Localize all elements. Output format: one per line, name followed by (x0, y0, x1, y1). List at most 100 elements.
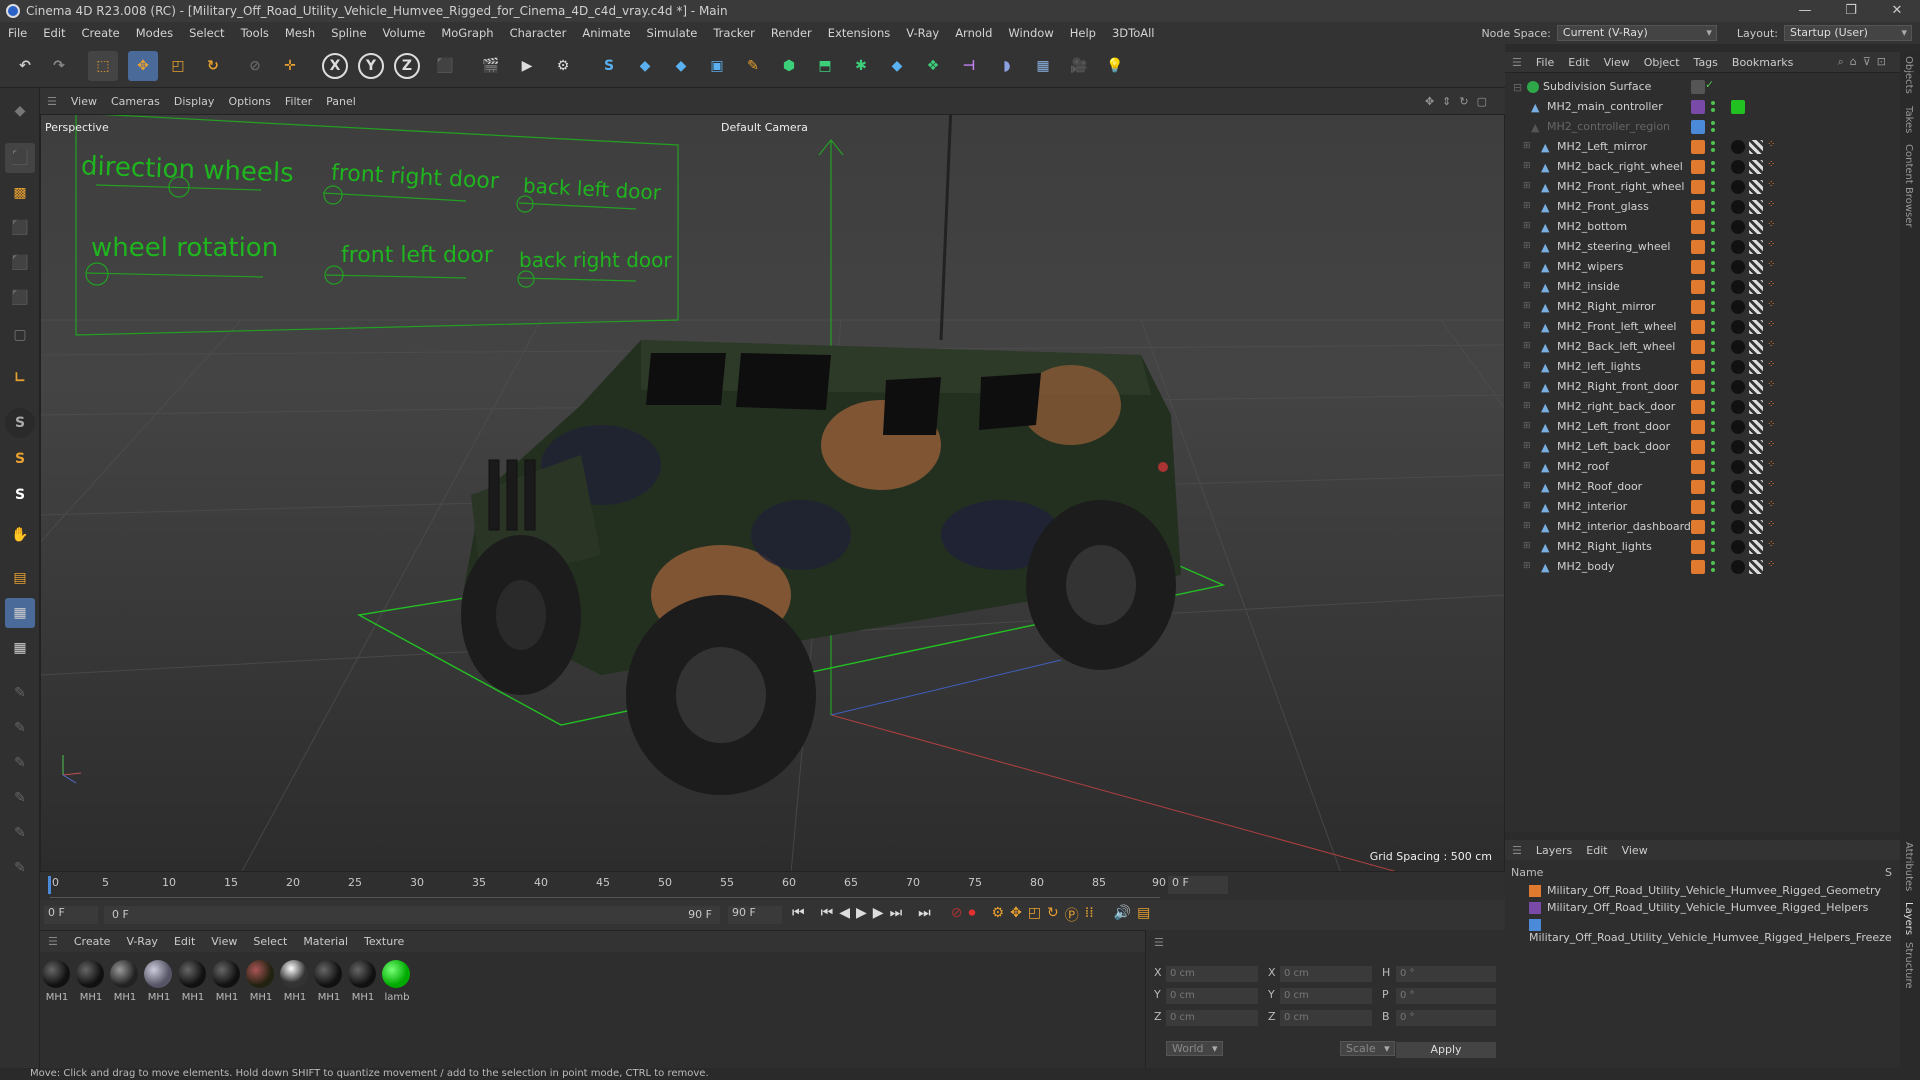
layer-color-tag[interactable] (1691, 160, 1705, 174)
visibility-dot[interactable] (1711, 381, 1715, 385)
object-row[interactable]: ⊞ ▲ MH2_bottom ⁘ (1505, 217, 1900, 237)
menu-extensions[interactable]: Extensions (820, 22, 898, 44)
material-tag-icon[interactable] (1731, 460, 1745, 474)
start-frame-field[interactable]: 0 F (44, 906, 98, 924)
model-mode-icon[interactable]: ⬛ (5, 143, 35, 173)
object-row[interactable]: ⊞ ▲ MH2_steering_wheel ⁘ (1505, 237, 1900, 257)
object-row[interactable]: ⊞ ▲ MH2_Left_mirror ⁘ (1505, 137, 1900, 157)
visibility-dot[interactable] (1711, 441, 1715, 445)
material-tag-icon[interactable] (1731, 380, 1745, 394)
object-row[interactable]: ▲ MH2_controller_region (1505, 117, 1900, 137)
menu-animate[interactable]: Animate (574, 22, 638, 44)
uvw-tag-icon[interactable] (1749, 380, 1763, 394)
brush-icon-3[interactable]: ✎ (5, 748, 35, 778)
brush-icon-4[interactable]: ✎ (5, 783, 35, 813)
selection-tag-icon[interactable]: ⁘ (1767, 239, 1775, 250)
layer-row[interactable]: Military_Off_Road_Utility_Vehicle_Humvee… (1529, 918, 1900, 944)
next-frame-icon[interactable]: ▶ (873, 905, 884, 925)
selection-tag-icon[interactable]: ⁘ (1767, 299, 1775, 310)
material-item[interactable]: MH1 (246, 960, 276, 1003)
obj-menu-view[interactable]: View (1597, 56, 1637, 69)
menu-mograph[interactable]: MoGraph (433, 22, 501, 44)
visibility-dot[interactable] (1711, 568, 1715, 572)
layer-color-tag[interactable] (1691, 480, 1705, 494)
visibility-dot[interactable] (1711, 128, 1715, 132)
uvw-tag-icon[interactable] (1749, 140, 1763, 154)
selection-tag-icon[interactable]: ⁘ (1767, 559, 1775, 570)
obj-menu-edit[interactable]: Edit (1561, 56, 1596, 69)
visibility-dot[interactable] (1711, 208, 1715, 212)
selection-tag-icon[interactable]: ⁘ (1767, 539, 1775, 550)
y-axis-icon[interactable]: Y (358, 53, 384, 79)
uvw-tag-icon[interactable] (1749, 200, 1763, 214)
menu-3dtoall[interactable]: 3DToAll (1104, 22, 1163, 44)
collapse-icon[interactable]: ⊟ (1513, 81, 1525, 94)
layer-color-tag[interactable] (1691, 320, 1705, 334)
uvw-tag-icon[interactable] (1749, 280, 1763, 294)
expand-icon[interactable]: ⊞ (1523, 341, 1535, 353)
material-tag-icon[interactable] (1731, 520, 1745, 534)
layer-color-tag[interactable] (1691, 140, 1705, 154)
visibility-dot[interactable] (1711, 528, 1715, 532)
mat-menu-edit[interactable]: Edit (166, 935, 203, 948)
mat-menu-material[interactable]: Material (295, 935, 356, 948)
visibility-dot[interactable] (1711, 388, 1715, 392)
mat-menu-view[interactable]: View (203, 935, 245, 948)
visibility-dot[interactable] (1711, 368, 1715, 372)
node-space-dropdown[interactable]: Current (V-Ray) (1556, 25, 1717, 41)
selection-tag-icon[interactable]: ⁘ (1767, 199, 1775, 210)
material-tag-icon[interactable] (1731, 140, 1745, 154)
object-row[interactable]: ⊞ ▲ MH2_Left_front_door ⁘ (1505, 417, 1900, 437)
cloner-icon[interactable]: ❖ (918, 51, 948, 81)
menu-select[interactable]: Select (181, 22, 232, 44)
side-tab-content-browser[interactable]: Content Browser (1903, 144, 1914, 227)
expand-icon[interactable]: ⊞ (1523, 421, 1535, 433)
move-icon[interactable]: ✥ (128, 51, 158, 81)
material-menu-icon[interactable]: ☰ (40, 935, 66, 948)
goto-end-icon[interactable]: ⏭ (918, 905, 931, 925)
material-item[interactable]: lamb (382, 960, 412, 1003)
add-tool-icon[interactable]: ✛ (275, 51, 305, 81)
uvw-tag-icon[interactable] (1749, 300, 1763, 314)
uvw-tag-icon[interactable] (1749, 520, 1763, 534)
recent-tool-icon[interactable]: ⊘ (240, 51, 270, 81)
selection-tag-icon[interactable]: ⁘ (1767, 419, 1775, 430)
render-picture-viewer-icon[interactable]: ▶ (512, 51, 542, 81)
menu-arnold[interactable]: Arnold (947, 22, 1000, 44)
expand-icon[interactable]: ⊞ (1523, 381, 1535, 393)
object-row[interactable]: ⊞ ▲ MH2_Front_glass ⁘ (1505, 197, 1900, 217)
material-tag-icon[interactable] (1731, 300, 1745, 314)
brush-icon-5[interactable]: ✎ (5, 818, 35, 848)
selection-tag-icon[interactable]: ⁘ (1767, 159, 1775, 170)
menu-volume[interactable]: Volume (375, 22, 434, 44)
prev-frame-icon[interactable]: ◀ (839, 905, 850, 925)
visibility-dot[interactable] (1711, 268, 1715, 272)
snap-enable-icon[interactable]: S (5, 480, 35, 510)
make-editable-icon[interactable]: ◆ (5, 96, 35, 126)
expand-icon[interactable]: ⊞ (1523, 541, 1535, 553)
expand-icon[interactable]: ⊞ (1523, 241, 1535, 253)
material-tag-icon[interactable] (1731, 440, 1745, 454)
menu-character[interactable]: Character (502, 22, 575, 44)
material-tag-icon[interactable] (1731, 280, 1745, 294)
python-icon-1[interactable]: ◆ (630, 51, 660, 81)
visibility-dot[interactable] (1711, 281, 1715, 285)
material-tag-icon[interactable] (1731, 220, 1745, 234)
brush-icon-2[interactable]: ✎ (5, 713, 35, 743)
subdivision-icon[interactable]: ⬢ (774, 51, 804, 81)
mat-menu-select[interactable]: Select (245, 935, 295, 948)
material-item[interactable]: MH1 (348, 960, 378, 1003)
polygon-mode-icon[interactable]: ⬛ (5, 283, 35, 313)
checker-icon[interactable]: ▦ (5, 598, 35, 628)
visibility-dot[interactable] (1711, 561, 1715, 565)
mograph-icon[interactable]: ✱ (846, 51, 876, 81)
mat-menu-create[interactable]: Create (66, 935, 119, 948)
selection-tag-icon[interactable]: ⁘ (1767, 519, 1775, 530)
expand-icon[interactable]: ⊞ (1523, 221, 1535, 233)
visibility-dot[interactable] (1711, 348, 1715, 352)
menu-help[interactable]: Help (1062, 22, 1104, 44)
viewport-menu-icon[interactable]: ☰ (40, 95, 64, 108)
visibility-dot[interactable] (1711, 408, 1715, 412)
object-row[interactable]: ⊞ ▲ MH2_roof ⁘ (1505, 457, 1900, 477)
layer-color-tag[interactable] (1691, 400, 1705, 414)
